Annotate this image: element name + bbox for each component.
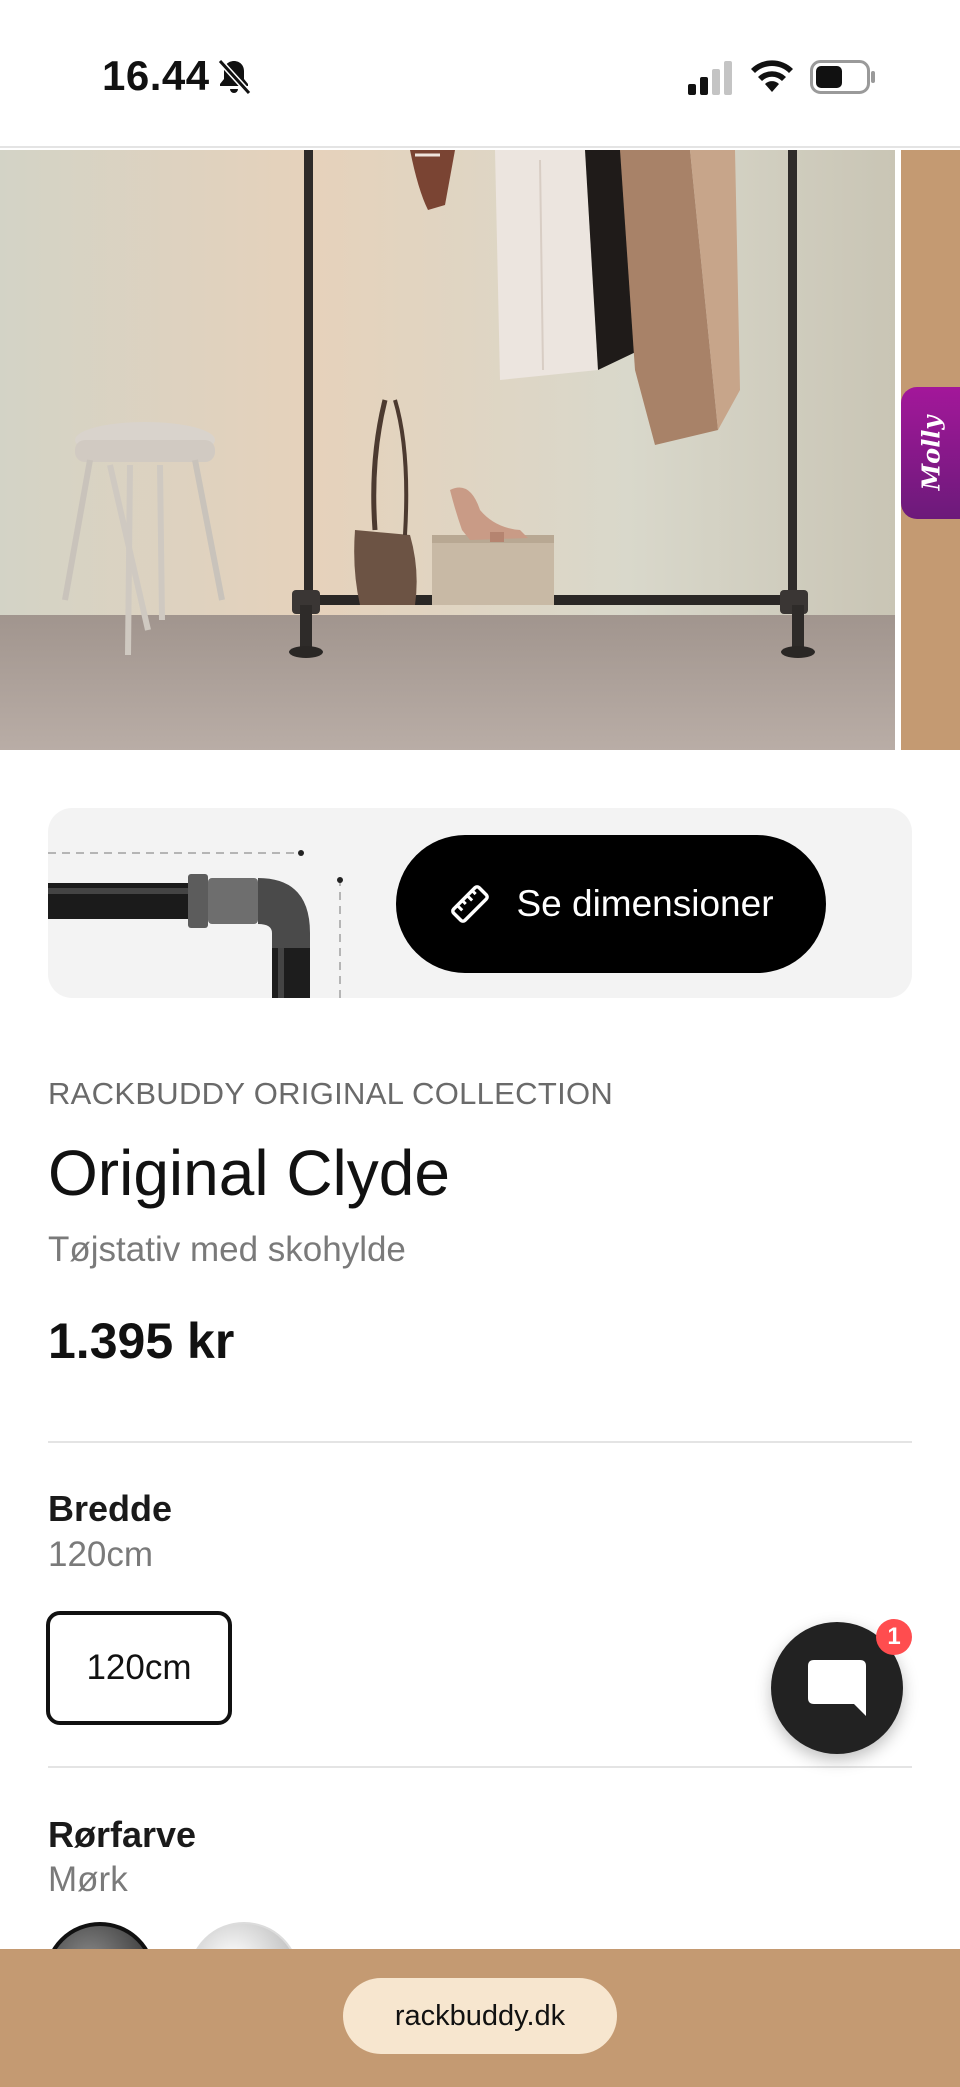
bell-slash-icon: [217, 58, 252, 96]
width-option-label: Bredde: [48, 1488, 173, 1529]
battery-icon: [810, 60, 875, 94]
divider: [48, 1766, 912, 1768]
pipe-fitting-image: [48, 850, 343, 998]
width-option-120cm[interactable]: 120cm: [46, 1611, 232, 1725]
product-title: Original Clyde: [48, 1137, 450, 1209]
status-time: 16.44: [102, 52, 210, 99]
see-dimensions-label: Se dimensioner: [516, 883, 774, 924]
pipe-color-option-label: Rørfarve: [48, 1814, 197, 1855]
status-bar: 16.44: [0, 0, 960, 148]
dimensions-card: Se dimensioner: [48, 808, 912, 998]
address-bar[interactable]: rackbuddy.dk: [343, 1978, 617, 2054]
width-selected-value: 120cm: [48, 1535, 154, 1574]
collection-name[interactable]: RACKBUDDY ORIGINAL COLLECTION: [48, 1076, 613, 1112]
wifi-icon: [751, 60, 793, 92]
chat-bubble-icon: [808, 1660, 866, 1716]
divider: [48, 1441, 912, 1443]
molly-tab-label: Molly: [916, 415, 945, 491]
pipe-color-selected-value: Mørk: [48, 1860, 128, 1899]
molly-side-tab[interactable]: Molly: [901, 387, 960, 519]
ruler-icon: [451, 885, 490, 923]
product-subtitle: Tøjstativ med skohylde: [48, 1230, 406, 1269]
browser-bottom-bar: rackbuddy.dk: [0, 1949, 960, 2087]
product-price: 1.395 kr: [48, 1313, 235, 1369]
see-dimensions-button[interactable]: Se dimensioner: [396, 835, 826, 973]
cellular-signal-icon: [688, 61, 732, 95]
product-hero-image[interactable]: [0, 150, 895, 750]
chat-unread-badge: 1: [876, 1619, 912, 1655]
